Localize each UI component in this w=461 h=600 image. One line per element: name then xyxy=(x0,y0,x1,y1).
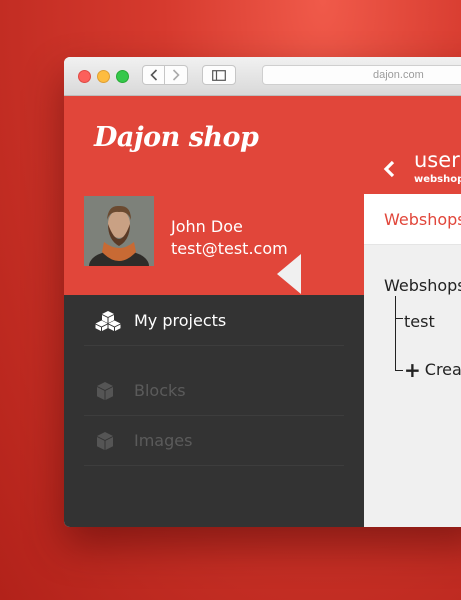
back-nav-button[interactable] xyxy=(383,160,395,182)
user-name: John Doe xyxy=(171,217,243,236)
chevron-left-icon xyxy=(149,69,157,81)
tree-connector xyxy=(395,370,403,371)
sidebar-item-label: Blocks xyxy=(134,381,186,400)
sidebar-item-blocks[interactable]: Blocks xyxy=(84,366,344,416)
address-bar[interactable]: dajon.com xyxy=(262,65,461,85)
sidebar: Dajon shop John Doe test@test.com My pro… xyxy=(64,96,364,527)
page-title: user xyxy=(414,148,460,172)
cubes-icon xyxy=(95,310,121,332)
sidebar-toggle-button[interactable] xyxy=(202,65,236,85)
minimize-window-button[interactable] xyxy=(97,70,110,83)
forward-button[interactable] xyxy=(165,65,188,85)
tree-root[interactable]: Webshops xyxy=(384,276,461,295)
cube-icon xyxy=(95,430,121,452)
tab-webshops[interactable]: Webshops xyxy=(384,210,461,229)
sidebar-icon xyxy=(212,69,226,81)
sidebar-item-label: My projects xyxy=(134,311,227,330)
back-button[interactable] xyxy=(142,65,165,85)
avatar[interactable] xyxy=(84,196,154,266)
page-subtitle: webshop xyxy=(414,174,461,185)
zoom-window-button[interactable] xyxy=(116,70,129,83)
browser-toolbar: dajon.com xyxy=(64,57,461,96)
shop-logo[interactable]: Dajon shop xyxy=(94,122,259,153)
active-item-pointer xyxy=(277,254,301,294)
avatar-portrait xyxy=(84,196,154,266)
tree-connector xyxy=(395,296,396,371)
content-header: user webshop xyxy=(364,96,461,194)
plus-icon: + xyxy=(404,357,421,382)
user-email: test@test.com xyxy=(171,239,288,258)
create-label: Creat xyxy=(424,360,461,379)
create-button[interactable]: + Creat xyxy=(404,357,461,382)
tree-connector xyxy=(395,318,403,319)
sidebar-item-my-projects[interactable]: My projects xyxy=(84,296,344,346)
chevron-left-icon xyxy=(383,160,395,178)
tree-item-test[interactable]: test xyxy=(404,312,435,331)
sidebar-item-images[interactable]: Images xyxy=(84,416,344,466)
browser-window: dajon.com Dajon shop John Doe test@test.… xyxy=(64,57,461,527)
sidebar-header: Dajon shop John Doe test@test.com xyxy=(64,96,364,295)
close-window-button[interactable] xyxy=(78,70,91,83)
tab-bar: Webshops xyxy=(364,194,461,245)
main-content: user webshop Webshops Webshops test + Cr… xyxy=(364,96,461,527)
cube-icon xyxy=(95,380,121,402)
chevron-right-icon xyxy=(172,69,180,81)
sidebar-item-label: Images xyxy=(134,431,193,450)
